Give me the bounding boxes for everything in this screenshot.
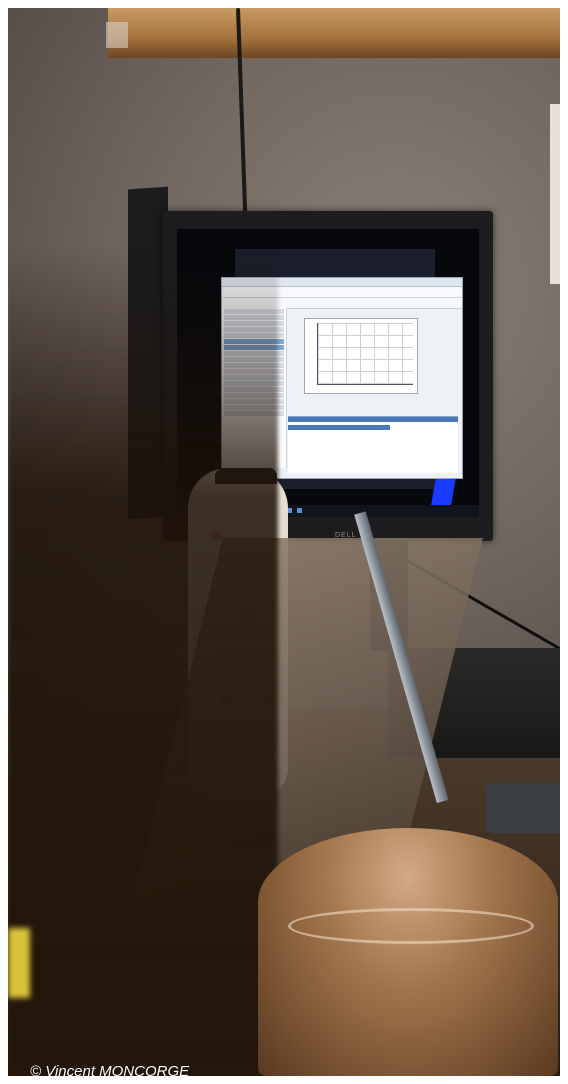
- photograph: DELL © Vincent MONCORGE: [8, 8, 560, 1076]
- blurred-foreground: [8, 248, 278, 1076]
- lower-panel: [288, 416, 458, 473]
- yellow-object: [8, 928, 30, 998]
- ceramic-bowl: [258, 828, 558, 1076]
- graph-grid: [317, 323, 413, 385]
- graph-panel: [304, 318, 418, 394]
- wooden-shelf: [108, 8, 560, 58]
- bowl-rim: [288, 908, 534, 944]
- photo-credit: © Vincent MONCORGE: [30, 1063, 190, 1076]
- paper-sheet: [550, 104, 560, 284]
- shelf-tag: [106, 22, 128, 48]
- laptop-keyboard: [486, 783, 560, 833]
